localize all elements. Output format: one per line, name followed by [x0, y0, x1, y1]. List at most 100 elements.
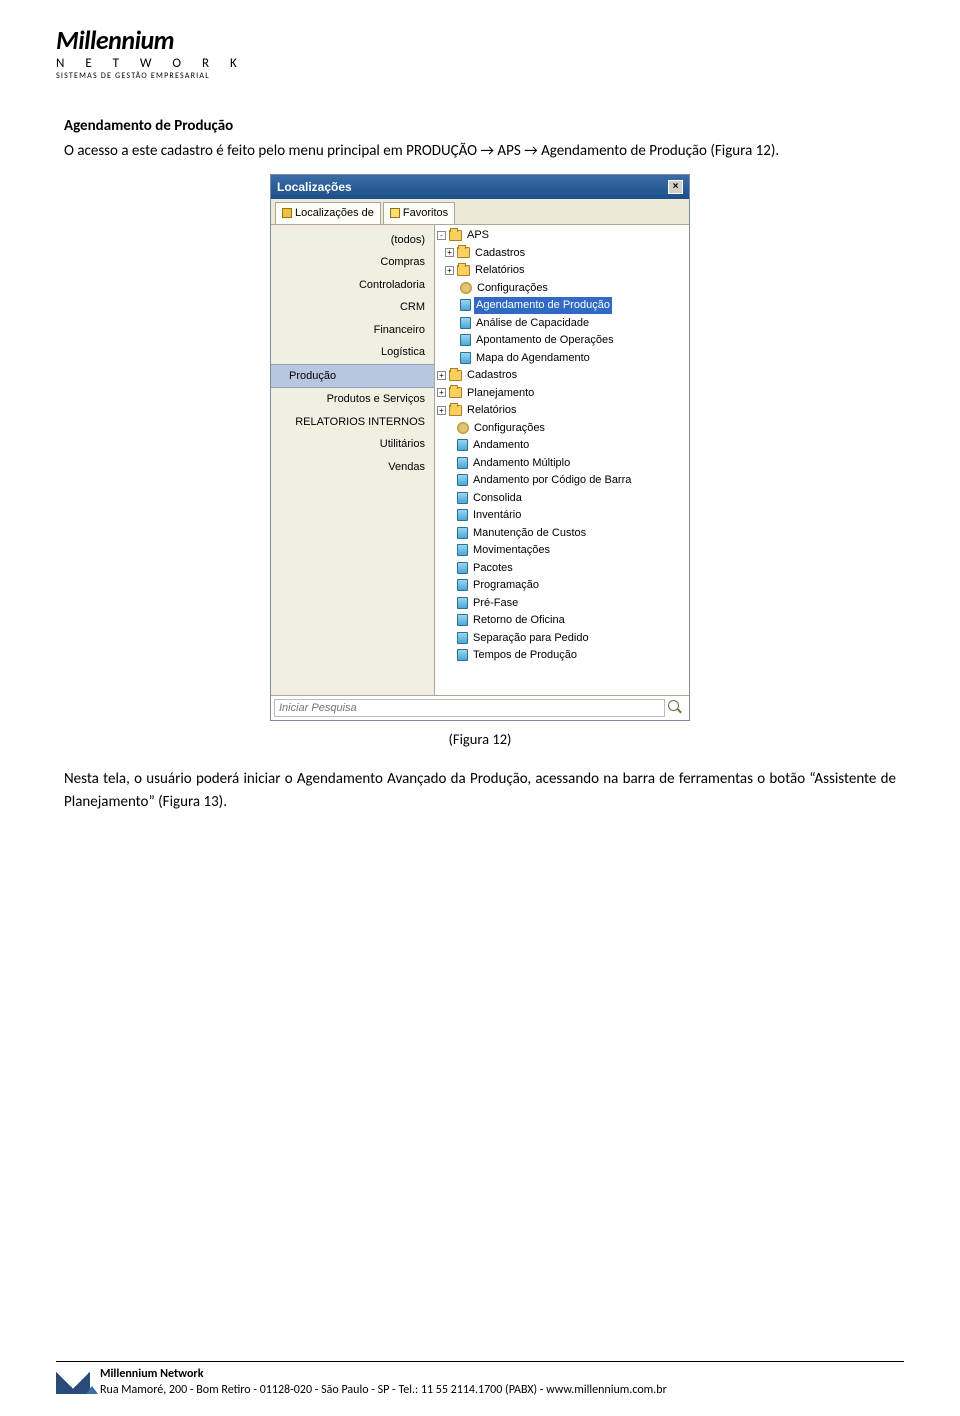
- tree-node[interactable]: +Cadastros: [437, 244, 687, 262]
- page-footer: Millennium Network Rua Mamoré, 200 - Bom…: [56, 1361, 904, 1398]
- category-item[interactable]: CRM: [271, 296, 434, 319]
- module-icon: [457, 439, 468, 451]
- expand-icon[interactable]: +: [437, 371, 446, 380]
- module-icon: [460, 334, 471, 346]
- tree-label: Movimentações: [471, 542, 552, 559]
- page-header: Millennium N E T W O R K SISTEMAS DE GES…: [0, 0, 960, 89]
- expand-icon[interactable]: +: [437, 388, 446, 397]
- window-title-text: Localizações: [277, 178, 352, 196]
- tree-node[interactable]: +Relatórios: [437, 262, 687, 280]
- tree-label: Andamento por Código de Barra: [471, 472, 633, 489]
- tree-node[interactable]: Andamento: [437, 437, 687, 455]
- search-icon[interactable]: [668, 700, 684, 716]
- gear-icon: [460, 282, 472, 294]
- tree-node[interactable]: Andamento por Código de Barra: [437, 472, 687, 490]
- category-item[interactable]: RELATORIOS INTERNOS: [271, 411, 434, 434]
- module-icon: [457, 562, 468, 574]
- tab-label: Localizações de: [295, 205, 374, 222]
- tree-node[interactable]: Movimentações: [437, 542, 687, 560]
- tree-label: Manutenção de Custos: [471, 525, 588, 542]
- tree-node[interactable]: Manutenção de Custos: [437, 524, 687, 542]
- tree-label: Apontamento de Operações: [474, 332, 616, 349]
- footer-company: Millennium Network: [100, 1366, 667, 1382]
- tree-node[interactable]: + Planejamento: [437, 384, 687, 402]
- module-icon: [457, 632, 468, 644]
- footer-address: Rua Mamoré, 200 - Bom Retiro - 01128-020…: [100, 1382, 667, 1398]
- category-list: (todos) Compras Controladoria CRM Financ…: [271, 225, 435, 695]
- expand-icon[interactable]: +: [445, 266, 454, 275]
- module-icon: [457, 474, 468, 486]
- category-item[interactable]: (todos): [271, 229, 434, 252]
- tree-label: Pré-Fase: [471, 595, 520, 612]
- logo-brand: Millennium: [56, 24, 904, 56]
- localizacoes-window: Localizações × Localizações de Favoritos…: [270, 174, 690, 721]
- module-icon: [457, 527, 468, 539]
- tree-node[interactable]: + Cadastros: [437, 367, 687, 385]
- folder-icon: [449, 230, 462, 241]
- category-item[interactable]: Logística: [271, 341, 434, 364]
- expand-icon[interactable]: +: [445, 248, 454, 257]
- tree-node[interactable]: Separação para Pedido: [437, 629, 687, 647]
- tree-node[interactable]: Retorno de Oficina: [437, 612, 687, 630]
- tree-label: Mapa do Agendamento: [474, 350, 592, 367]
- tree-node-agendamento-producao[interactable]: Agendamento de Produção: [437, 297, 687, 315]
- module-icon: [457, 579, 468, 591]
- tree-node[interactable]: Apontamento de Operações: [437, 332, 687, 350]
- category-item[interactable]: Vendas: [271, 456, 434, 479]
- close-icon[interactable]: ×: [668, 180, 683, 194]
- collapse-icon[interactable]: -: [437, 231, 446, 240]
- folder-icon: [457, 247, 470, 258]
- tree-node[interactable]: Configurações: [437, 419, 687, 437]
- tree-node[interactable]: Programação: [437, 577, 687, 595]
- tree-label: Pacotes: [471, 560, 515, 577]
- tree-node[interactable]: +Relatórios: [437, 402, 687, 420]
- category-item[interactable]: Utilitários: [271, 433, 434, 456]
- folder-icon: [449, 387, 462, 398]
- expand-icon[interactable]: +: [437, 406, 446, 415]
- tree-node[interactable]: Configurações: [437, 279, 687, 297]
- tree-label: Retorno de Oficina: [471, 612, 567, 629]
- category-item-producao[interactable]: Produção: [271, 364, 434, 389]
- category-item[interactable]: Produtos e Serviços: [271, 388, 434, 411]
- figure-12: Localizações × Localizações de Favoritos…: [64, 174, 896, 721]
- caret-icon: [86, 1386, 98, 1394]
- search-input[interactable]: [274, 699, 665, 717]
- category-item[interactable]: Controladoria: [271, 274, 434, 297]
- footer-text: Millennium Network Rua Mamoré, 200 - Bom…: [100, 1366, 667, 1398]
- tree-label: Separação para Pedido: [471, 630, 591, 647]
- tree-node-aps[interactable]: - APS: [437, 227, 687, 245]
- tree-node[interactable]: Inventário: [437, 507, 687, 525]
- tree-label: Inventário: [471, 507, 523, 524]
- intro-paragraph: O acesso a este cadastro é feito pelo me…: [64, 140, 896, 163]
- tree-node[interactable]: Pacotes: [437, 559, 687, 577]
- tree-label: Consolida: [471, 490, 524, 507]
- tab-favoritos[interactable]: Favoritos: [383, 202, 455, 224]
- tab-strip: Localizações de Favoritos: [271, 199, 689, 225]
- tree-label: Andamento Múltiplo: [471, 455, 572, 472]
- tree-node[interactable]: Tempos de Produção: [437, 647, 687, 665]
- tab-localizacoes[interactable]: Localizações de: [275, 202, 381, 224]
- tree-label: Análise de Capacidade: [474, 315, 591, 332]
- tree-node[interactable]: Mapa do Agendamento: [437, 349, 687, 367]
- category-item[interactable]: Financeiro: [271, 319, 434, 342]
- logo-network: N E T W O R K: [56, 56, 904, 71]
- tree-label: Programação: [471, 577, 541, 594]
- folder-icon: [457, 265, 470, 276]
- tree-label: Cadastros: [465, 367, 519, 384]
- category-item[interactable]: Compras: [271, 251, 434, 274]
- tree-node[interactable]: Andamento Múltiplo: [437, 454, 687, 472]
- tree-label: Configurações: [475, 280, 550, 297]
- tree-node[interactable]: Análise de Capacidade: [437, 314, 687, 332]
- tree-label: Tempos de Produção: [471, 647, 579, 664]
- logo-tagline: SISTEMAS DE GESTÃO EMPRESARIAL: [56, 71, 904, 81]
- module-icon: [457, 509, 468, 521]
- tree-node[interactable]: Pré-Fase: [437, 594, 687, 612]
- figure-caption: (Figura 12): [64, 729, 896, 751]
- tree-node[interactable]: Consolida: [437, 489, 687, 507]
- window-titlebar: Localizações ×: [271, 175, 689, 199]
- folder-icon: [449, 405, 462, 416]
- tree-view: - APS + Cadastros +Relatórios Configuraçõ…: [435, 225, 689, 695]
- gear-icon: [457, 422, 469, 434]
- tree-label: Planejamento: [465, 385, 536, 402]
- tab-label: Favoritos: [403, 205, 448, 222]
